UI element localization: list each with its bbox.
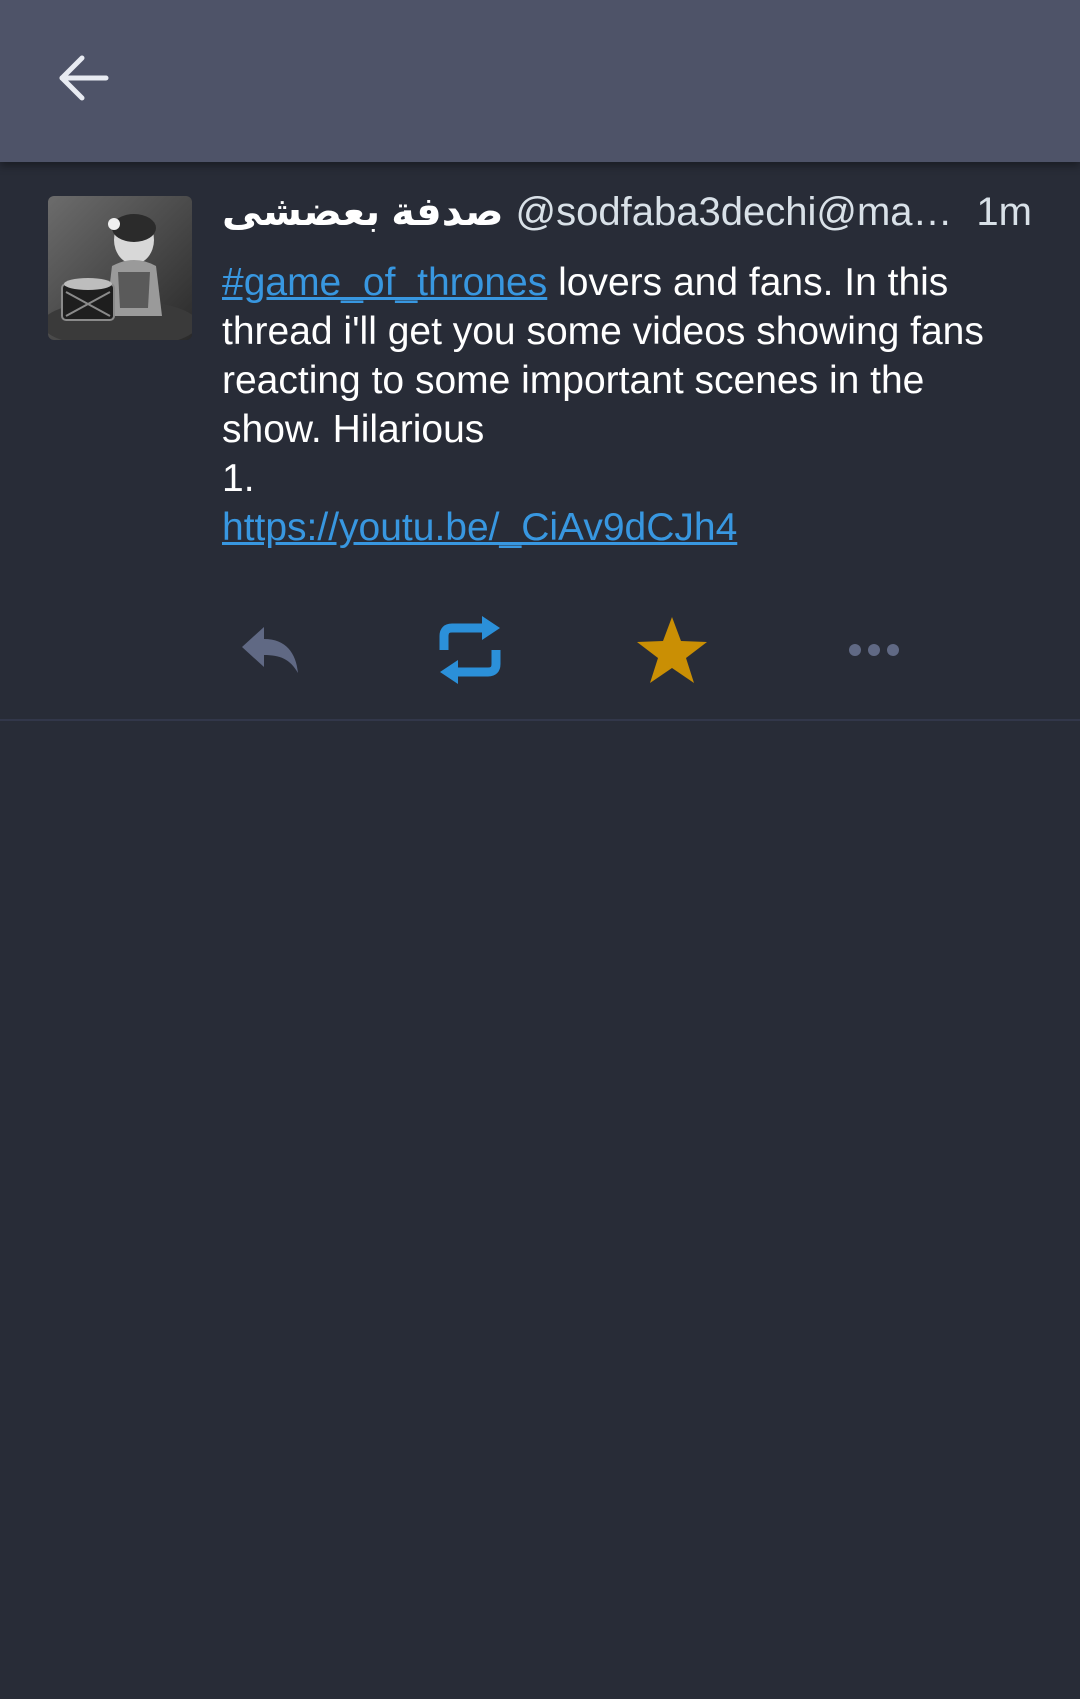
back-button[interactable] bbox=[48, 46, 120, 110]
avatar[interactable] bbox=[48, 196, 192, 340]
boost-icon bbox=[439, 616, 501, 684]
status-content: #game_of_thrones lovers and fans. In thi… bbox=[222, 258, 1032, 552]
timestamp[interactable]: 1m bbox=[976, 190, 1032, 235]
username[interactable]: @sodfaba3dechi@mastodon.social bbox=[516, 190, 971, 235]
reply-button[interactable] bbox=[222, 602, 318, 698]
favourite-button[interactable] bbox=[624, 602, 720, 698]
youtube-link[interactable]: https://youtu.be/_CiAv9dCJh4 bbox=[222, 506, 737, 549]
reply-icon bbox=[242, 627, 298, 673]
more-icon bbox=[849, 644, 899, 656]
display-name[interactable]: صدفة بعضشى bbox=[222, 189, 504, 235]
arrow-left-icon bbox=[59, 55, 109, 101]
star-icon bbox=[637, 617, 707, 683]
action-bar bbox=[222, 602, 942, 698]
boost-button[interactable] bbox=[422, 602, 518, 698]
avatar-image bbox=[48, 196, 192, 340]
more-button[interactable] bbox=[826, 602, 922, 698]
status-card[interactable]: صدفة بعضشى @sodfaba3dechi@mastodon.socia… bbox=[0, 162, 1080, 721]
top-bar bbox=[0, 0, 1080, 162]
hashtag-link[interactable]: #game_of_thrones bbox=[222, 261, 547, 304]
status-header: صدفة بعضشى @sodfaba3dechi@mastodon.socia… bbox=[222, 184, 1032, 240]
thread-number: 1. bbox=[222, 457, 255, 500]
